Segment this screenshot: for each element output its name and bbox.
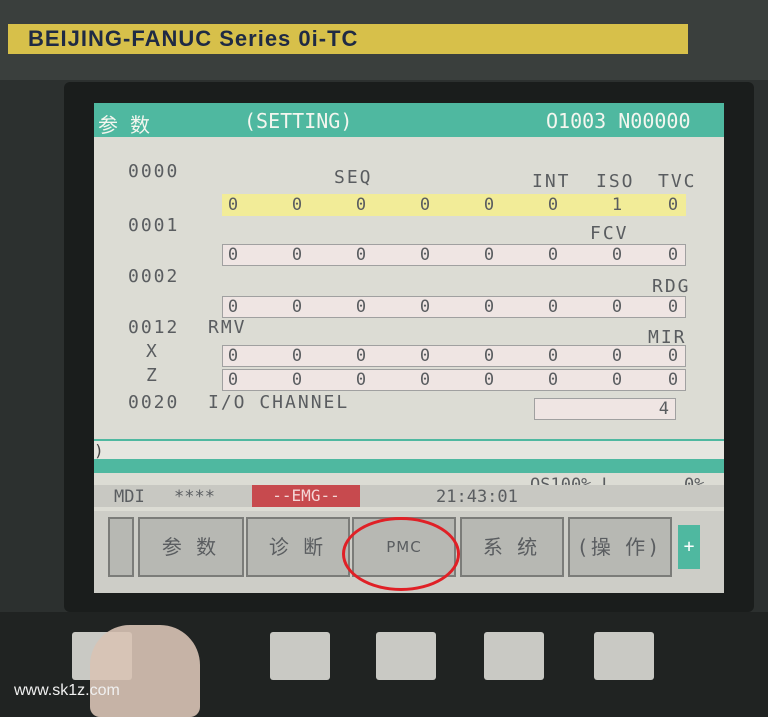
bit-3[interactable]: 0 (479, 195, 499, 215)
bit-1[interactable]: 0 (607, 370, 627, 390)
bit-2[interactable]: 0 (543, 297, 563, 317)
bit-7[interactable]: 0 (223, 370, 243, 390)
bit-5[interactable]: 0 (351, 195, 371, 215)
status-line: MDI **** --EMG-- 21:43:01 (94, 485, 724, 507)
bit-4[interactable]: 0 (415, 245, 435, 265)
param-0001-row[interactable]: 0 0 0 0 0 0 0 0 (222, 244, 686, 266)
bit-3[interactable]: 0 (479, 297, 499, 317)
status-stars: **** (174, 487, 215, 507)
operator-hand (90, 625, 200, 717)
bit-7[interactable]: 0 (223, 297, 243, 317)
bit-5[interactable]: 0 (351, 245, 371, 265)
bit-1[interactable]: 0 (607, 297, 627, 317)
param-0001-fcv: FCV (590, 223, 629, 244)
param-0000-tvc: TVC (658, 171, 697, 192)
mode-indicator: MDI (114, 487, 145, 507)
bit-4[interactable]: 0 (415, 346, 435, 366)
hardware-softkey-3[interactable] (270, 632, 330, 680)
bit-4[interactable]: 0 (415, 195, 435, 215)
bit-6[interactable]: 0 (287, 245, 307, 265)
param-0000-int: INT (532, 171, 571, 192)
param-0000-number: 0000 (128, 161, 180, 182)
screen-name: (SETTING) (244, 109, 353, 133)
param-0002-rdg: RDG (652, 276, 691, 297)
axis-x-label: X (146, 341, 159, 362)
param-0012-rmv: RMV (208, 317, 247, 338)
brand-plate: BEIJING-FANUC Series 0i-TC (8, 24, 688, 54)
bit-1[interactable]: 1 (607, 195, 627, 215)
softkey-param[interactable]: 参 数 (138, 517, 244, 577)
hardware-softkey-5[interactable] (484, 632, 544, 680)
axis-z-label: Z (146, 365, 159, 386)
bit-7[interactable]: 0 (223, 346, 243, 366)
softkey-system[interactable]: 系 统 (460, 517, 564, 577)
param-0001-number: 0001 (128, 215, 180, 236)
param-0020-number: 0020 (128, 392, 180, 413)
param-0020-value[interactable]: 4 (534, 398, 676, 420)
bit-3[interactable]: 0 (479, 245, 499, 265)
bit-0[interactable]: 0 (663, 346, 683, 366)
program-number: O1003 N00000 (546, 109, 691, 133)
bit-6[interactable]: 0 (287, 297, 307, 317)
screen-mode: 参 数 (98, 113, 151, 137)
bit-0[interactable]: 0 (663, 195, 683, 215)
bit-1[interactable]: 0 (607, 346, 627, 366)
bit-2[interactable]: 0 (543, 370, 563, 390)
bit-0[interactable]: 0 (663, 297, 683, 317)
softkey-next[interactable]: + (678, 525, 700, 569)
bit-0[interactable]: 0 (663, 370, 683, 390)
bit-0[interactable]: 0 (663, 245, 683, 265)
param-0002-number: 0002 (128, 266, 180, 287)
softkey-prev[interactable] (108, 517, 134, 577)
bit-3[interactable]: 0 (479, 370, 499, 390)
param-0000-row[interactable]: 0 0 0 0 0 0 1 0 (222, 194, 686, 216)
highlight-circle (342, 517, 460, 591)
bit-6[interactable]: 0 (287, 195, 307, 215)
bit-5[interactable]: 0 (351, 346, 371, 366)
param-0012-number: 0012 (128, 317, 180, 338)
input-bar (94, 459, 724, 473)
bit-3[interactable]: 0 (479, 346, 499, 366)
param-0020-label: I/O CHANNEL (208, 392, 350, 413)
param-0012-z-row[interactable]: 0 0 0 0 0 0 0 0 (222, 369, 686, 391)
hardware-softkey-4[interactable] (376, 632, 436, 680)
param-0000-iso: ISO (596, 171, 635, 192)
bit-6[interactable]: 0 (287, 346, 307, 366)
clock: 21:43:01 (436, 487, 518, 507)
bit-5[interactable]: 0 (351, 297, 371, 317)
param-0012-x-row[interactable]: 0 0 0 0 0 0 0 0 (222, 345, 686, 367)
param-0000-seq: SEQ (334, 167, 373, 188)
bit-1[interactable]: 0 (607, 245, 627, 265)
param-0002-row[interactable]: 0 0 0 0 0 0 0 0 (222, 296, 686, 318)
bit-5[interactable]: 0 (351, 370, 371, 390)
softkey-diagnosis[interactable]: 诊 断 (246, 517, 350, 577)
bit-7[interactable]: 0 (223, 195, 243, 215)
bit-4[interactable]: 0 (415, 297, 435, 317)
bit-2[interactable]: 0 (543, 346, 563, 366)
bit-7[interactable]: 0 (223, 245, 243, 265)
bit-6[interactable]: 0 (287, 370, 307, 390)
watermark: www.sk1z.com (14, 682, 120, 699)
bit-2[interactable]: 0 (543, 195, 563, 215)
hardware-softkey-6[interactable] (594, 632, 654, 680)
title-bar: 参 数 (SETTING) O1003 N00000 (94, 103, 724, 137)
softkey-operation[interactable]: (操 作) (568, 517, 672, 577)
bit-2[interactable]: 0 (543, 245, 563, 265)
bit-4[interactable]: 0 (415, 370, 435, 390)
emergency-badge: --EMG-- (252, 485, 360, 507)
